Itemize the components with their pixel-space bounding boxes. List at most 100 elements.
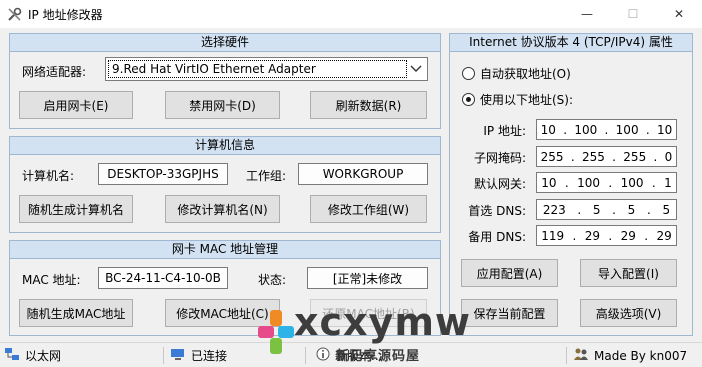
random-computer-name-button[interactable]: 随机生成计算机名 — [19, 195, 133, 223]
close-button[interactable]: ✕ — [656, 0, 702, 28]
mac-address-label: MAC 地址: — [22, 273, 81, 287]
modify-workgroup-button[interactable]: 修改工作组(W) — [310, 195, 427, 223]
dns2-octet: 119 — [541, 228, 565, 243]
window-title: IP 地址修改器 — [28, 7, 103, 22]
ip-dot: . — [572, 228, 577, 243]
mask-octet: 255 — [581, 149, 605, 164]
computer-name-field[interactable]: DESKTOP-33GPJHS — [98, 163, 228, 185]
dns1-input[interactable]: 223. 5. 5. 5 — [536, 199, 677, 220]
apply-config-button[interactable]: 应用配置(A) — [461, 259, 558, 287]
mac-status-field: [正常]未修改 — [307, 267, 428, 289]
radio-circle-on — [462, 93, 475, 106]
modify-mac-button[interactable]: 修改MAC地址(C) — [165, 299, 280, 327]
ip-dot: . — [570, 149, 575, 164]
status-author-text: Made By kn007 — [594, 348, 688, 363]
status-divider — [566, 347, 567, 364]
mask-octet: 255 — [540, 149, 564, 164]
mac-status-label: 状态: — [258, 273, 287, 287]
ip-address-label: IP 地址: — [483, 124, 526, 138]
ip-dot: . — [564, 175, 569, 190]
dns2-octet: 29 — [584, 228, 600, 243]
status-connection: 已连接 — [170, 343, 227, 367]
dns1-label: 首选 DNS: — [468, 204, 526, 218]
gateway-label: 默认网关: — [473, 177, 526, 191]
ip-dot: . — [646, 202, 651, 217]
ip-dot: . — [653, 149, 658, 164]
gateway-input[interactable]: 10. 100. 100. 1 — [536, 172, 677, 193]
info-icon — [316, 347, 330, 364]
dns2-octet: 29 — [656, 228, 672, 243]
status-connection-text: 已连接 — [191, 349, 228, 363]
title-bar: IP 地址修改器 — ☐ ✕ — [0, 0, 702, 28]
status-info-text: 新版本... — [335, 349, 383, 363]
minimize-button[interactable]: — — [564, 0, 610, 28]
workgroup-field[interactable]: WORKGROUP — [298, 163, 428, 185]
adapter-label: 网络适配器: — [22, 65, 87, 79]
gateway-octet: 10 — [541, 175, 557, 190]
dns2-label: 备用 DNS: — [468, 230, 526, 244]
manual-address-radio-label: 使用以下地址(S): — [480, 93, 574, 107]
status-network-text: 以太网 — [25, 349, 62, 363]
connection-icon — [170, 347, 186, 364]
enable-adapter-button[interactable]: 启用网卡(E) — [19, 91, 133, 119]
disable-adapter-button[interactable]: 禁用网卡(D) — [165, 91, 280, 119]
ip-dot: . — [644, 228, 649, 243]
ip-dot: . — [563, 122, 568, 137]
gateway-octet: 1 — [664, 175, 672, 190]
auto-address-radio[interactable]: 自动获取地址(O) — [462, 65, 571, 82]
mask-octet: 0 — [664, 149, 673, 164]
gateway-octet: 100 — [577, 175, 600, 190]
ip-octet: 100 — [615, 122, 639, 137]
radio-circle-off — [462, 67, 475, 80]
adapter-select-value: 9.Red Hat VirtIO Ethernet Adapter — [108, 60, 407, 78]
dns1-octet: 5 — [627, 202, 636, 217]
ip-dot: . — [612, 149, 616, 164]
status-bar: 以太网 已连接 新版本... Made By kn007 — [0, 342, 702, 367]
mask-octet: 255 — [623, 149, 647, 164]
maximize-button[interactable]: ☐ — [610, 0, 656, 28]
chevron-down-icon[interactable] — [408, 61, 424, 77]
advanced-options-button[interactable]: 高级选项(V) — [580, 299, 677, 327]
ip-address-input[interactable]: 10. 100. 100. 10 — [536, 119, 677, 140]
mac-panel-header: 网卡 MAC 地址管理 — [10, 241, 440, 259]
status-divider — [163, 347, 164, 364]
ip-dot: . — [577, 202, 582, 217]
network-icon — [4, 347, 20, 364]
ip-dot: . — [608, 228, 613, 243]
dns1-octet: 223 — [542, 202, 566, 217]
ip-octet: 100 — [574, 122, 598, 137]
modify-computer-name-button[interactable]: 修改计算机名(N) — [165, 195, 280, 223]
adapter-select[interactable]: 9.Red Hat VirtIO Ethernet Adapter — [105, 57, 428, 81]
dns2-octet: 29 — [620, 228, 636, 243]
status-divider — [305, 347, 306, 364]
restore-mac-button[interactable]: 还原MAC地址(R) — [310, 299, 427, 327]
import-config-button[interactable]: 导入配置(I) — [580, 259, 677, 287]
computer-name-label: 计算机名: — [22, 169, 75, 183]
dns2-input[interactable]: 119. 29. 29. 29 — [536, 225, 677, 246]
ipv4-panel-header: Internet 协议版本 4 (TCP/IPv4) 属性 — [450, 34, 692, 52]
refresh-data-button[interactable]: 刷新数据(R) — [310, 91, 427, 119]
random-mac-button[interactable]: 随机生成MAC地址 — [19, 299, 133, 327]
tools-icon — [6, 6, 22, 22]
subnet-mask-input[interactable]: 255. 255. 255. 0 — [536, 146, 677, 167]
status-network: 以太网 — [4, 343, 61, 367]
dns1-octet: 5 — [592, 202, 601, 217]
dns1-octet: 5 — [662, 202, 671, 217]
ip-dot: . — [612, 202, 616, 217]
ip-dot: . — [608, 175, 613, 190]
computer-panel-header: 计算机信息 — [10, 137, 440, 155]
status-info: 新版本... — [316, 343, 382, 367]
gateway-octet: 100 — [620, 175, 644, 190]
manual-address-radio[interactable]: 使用以下地址(S): — [462, 91, 573, 108]
status-author: Made By kn007 — [573, 343, 687, 367]
ip-dot: . — [645, 122, 650, 137]
ip-octet: 10 — [540, 122, 556, 137]
auto-address-radio-label: 自动获取地址(O) — [480, 67, 571, 81]
hardware-panel-header: 选择硬件 — [10, 34, 440, 52]
mac-address-field[interactable]: BC-24-11-C4-10-0B — [98, 267, 228, 289]
ip-octet: 10 — [657, 122, 673, 137]
subnet-mask-label: 子网掩码: — [473, 151, 526, 165]
save-config-button[interactable]: 保存当前配置 — [461, 299, 558, 327]
workgroup-label: 工作组: — [246, 169, 287, 183]
ip-dot: . — [651, 175, 656, 190]
